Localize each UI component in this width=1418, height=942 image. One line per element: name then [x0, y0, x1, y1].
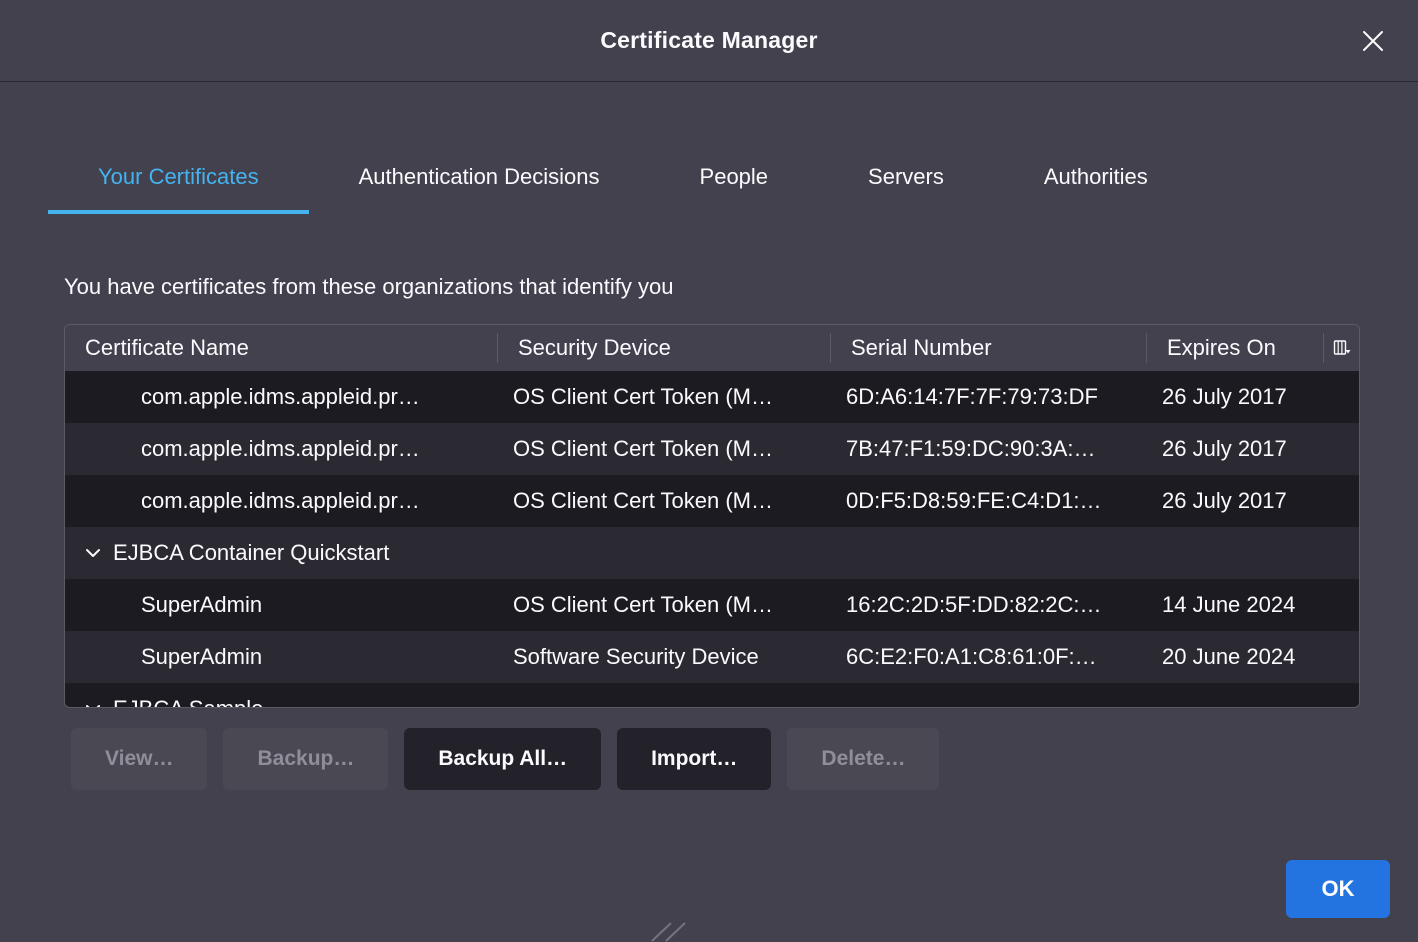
cell-serial-number: 7B:47:F1:59:DC:90:3A:…	[830, 436, 1146, 462]
cell-security-device: Software Security Device	[497, 644, 830, 670]
cell-expires-on: 26 July 2017	[1146, 488, 1323, 514]
cell-certificate-name: com.apple.idms.appleid.pr…	[65, 384, 497, 410]
cell-certificate-name: com.apple.idms.appleid.pr…	[65, 488, 497, 514]
cell-expires-on: 26 July 2017	[1146, 436, 1323, 462]
tab-servers[interactable]: Servers	[818, 148, 994, 214]
cell-expires-on: 20 June 2024	[1146, 644, 1323, 670]
backup-button[interactable]: Backup…	[223, 728, 388, 790]
tab-authorities[interactable]: Authorities	[994, 148, 1198, 214]
group-row[interactable]: EJBCA Container Quickstart	[65, 527, 1359, 579]
action-button-row: View… Backup… Backup All… Import… Delete…	[71, 728, 1418, 790]
tab-people[interactable]: People	[650, 148, 819, 214]
column-header-security-device[interactable]: Security Device	[497, 333, 830, 363]
backup-all-button[interactable]: Backup All…	[404, 728, 601, 790]
cell-expires-on: 26 July 2017	[1146, 384, 1323, 410]
intro-text: You have certificates from these organiz…	[64, 274, 1418, 300]
cell-security-device: OS Client Cert Token (M…	[497, 488, 830, 514]
group-label: EJBCA Container Quickstart	[113, 540, 389, 566]
tab-your-certificates[interactable]: Your Certificates	[48, 148, 309, 214]
titlebar: Certificate Manager	[0, 0, 1418, 82]
table-row[interactable]: com.apple.idms.appleid.pr… OS Client Cer…	[65, 475, 1359, 527]
table-header: Certificate Name Security Device Serial …	[65, 325, 1359, 371]
column-header-expires-on[interactable]: Expires On	[1146, 333, 1323, 363]
dialog-title: Certificate Manager	[600, 27, 817, 54]
table-row[interactable]: SuperAdmin OS Client Cert Token (M… 16:2…	[65, 579, 1359, 631]
cell-security-device: OS Client Cert Token (M…	[497, 436, 830, 462]
cell-certificate-name: SuperAdmin	[65, 644, 497, 670]
tab-bar: Your Certificates Authentication Decisio…	[48, 148, 1418, 214]
column-picker-button[interactable]	[1323, 333, 1359, 363]
column-header-serial-number[interactable]: Serial Number	[830, 333, 1146, 363]
import-button[interactable]: Import…	[617, 728, 771, 790]
cell-serial-number: 6D:A6:14:7F:7F:79:73:DF	[830, 384, 1146, 410]
chevron-down-icon	[85, 548, 101, 558]
cell-certificate-name: com.apple.idms.appleid.pr…	[65, 436, 497, 462]
cell-serial-number: 6C:E2:F0:A1:C8:61:0F:…	[830, 644, 1146, 670]
tab-authentication-decisions[interactable]: Authentication Decisions	[309, 148, 650, 214]
delete-button[interactable]: Delete…	[787, 728, 939, 790]
chevron-down-icon	[85, 704, 101, 708]
group-row[interactable]: EJBCA Sample	[65, 683, 1359, 708]
table-row[interactable]: SuperAdmin Software Security Device 6C:E…	[65, 631, 1359, 683]
cell-security-device: OS Client Cert Token (M…	[497, 592, 830, 618]
cell-serial-number: 16:2C:2D:5F:DD:82:2C:…	[830, 592, 1146, 618]
close-icon	[1360, 28, 1386, 54]
cell-security-device: OS Client Cert Token (M…	[497, 384, 830, 410]
resize-grip[interactable]	[650, 922, 702, 942]
ok-button[interactable]: OK	[1286, 860, 1390, 918]
close-button[interactable]	[1354, 22, 1392, 60]
table-row[interactable]: com.apple.idms.appleid.pr… OS Client Cer…	[65, 423, 1359, 475]
column-picker-icon	[1333, 339, 1351, 357]
certificates-table: Certificate Name Security Device Serial …	[64, 324, 1360, 708]
column-header-certificate-name[interactable]: Certificate Name	[65, 333, 497, 363]
cell-expires-on: 14 June 2024	[1146, 592, 1323, 618]
cell-certificate-name: SuperAdmin	[65, 592, 497, 618]
cell-serial-number: 0D:F5:D8:59:FE:C4:D1:…	[830, 488, 1146, 514]
view-button[interactable]: View…	[71, 728, 207, 790]
group-label: EJBCA Sample	[113, 696, 263, 708]
certificate-manager-dialog: Certificate Manager Your Certificates Au…	[0, 0, 1418, 790]
table-body: com.apple.idms.appleid.pr… OS Client Cer…	[65, 371, 1359, 708]
table-row[interactable]: com.apple.idms.appleid.pr… OS Client Cer…	[65, 371, 1359, 423]
